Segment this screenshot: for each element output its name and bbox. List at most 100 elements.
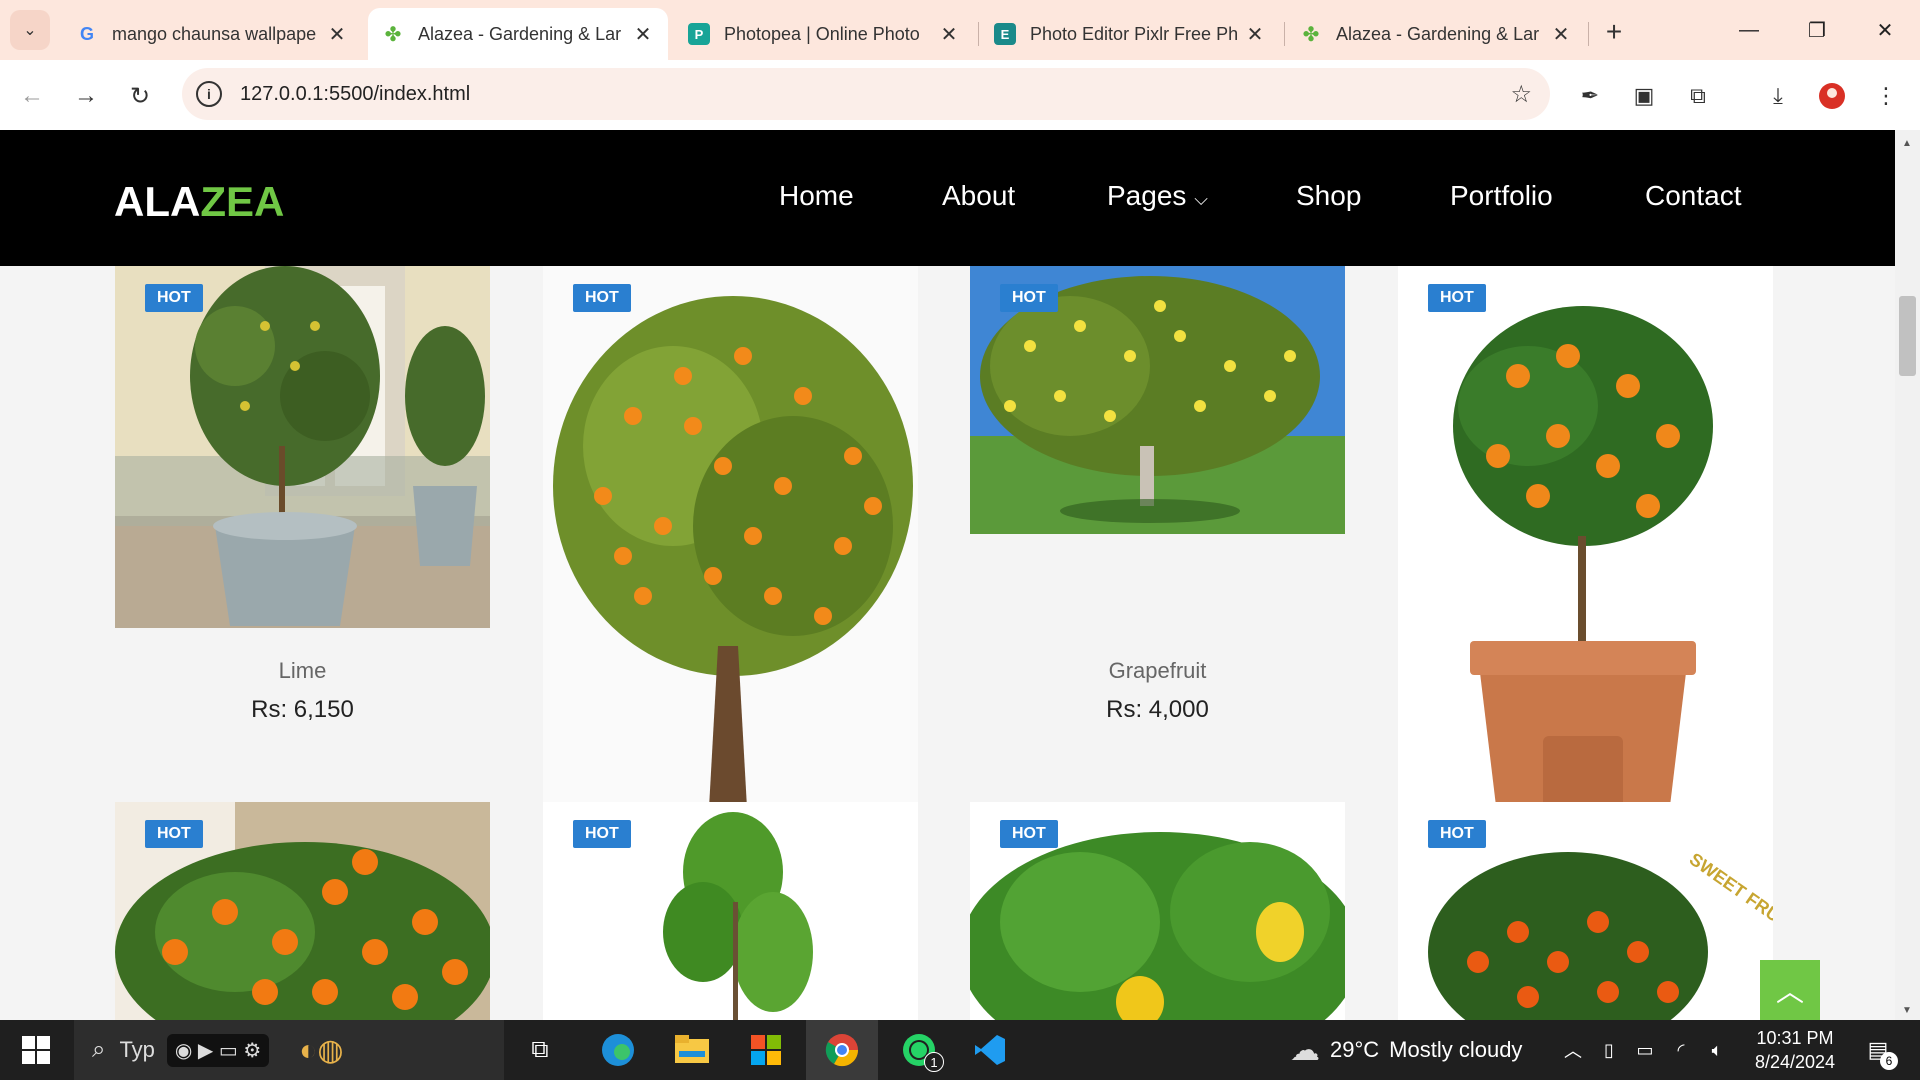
cloudy-weather-icon: ☁ — [1290, 1033, 1320, 1067]
chrome-taskbar-icon[interactable] — [806, 1020, 878, 1080]
close-icon[interactable]: ✕ — [938, 22, 960, 47]
scroll-down-arrow-icon[interactable]: ▼ — [1902, 1005, 1912, 1016]
device-icon[interactable]: ▯ — [1596, 1030, 1622, 1070]
photopea-icon: P — [688, 23, 710, 45]
nav-home[interactable]: Home — [779, 180, 854, 212]
tab-alazea-active[interactable]: ✤ Alazea - Gardening & Lar ✕ — [368, 8, 668, 60]
whatsapp-icon[interactable]: 1 — [894, 1030, 944, 1072]
scrollbar-thumb[interactable] — [1899, 296, 1916, 376]
microsoft-store-icon[interactable] — [744, 1030, 788, 1070]
product-price: Rs: 6,150 — [251, 696, 354, 723]
tab-separator — [978, 22, 979, 46]
vscode-icon[interactable] — [968, 1030, 1012, 1070]
site-info-icon[interactable]: i — [196, 81, 222, 107]
product-card[interactable]: SWEET FRUIT HOT — [1398, 802, 1773, 1020]
tab-photopea[interactable]: P Photopea | Online Photo ✕ — [674, 8, 974, 60]
tab-alazea[interactable]: ✤ Alazea - Gardening & Lar ✕ — [1286, 8, 1586, 60]
hot-badge: HOT — [573, 284, 631, 312]
page-scrollbar[interactable]: ▲ ▼ — [1895, 130, 1920, 1020]
download-icon[interactable]: ⤓ — [1760, 78, 1796, 114]
product-name[interactable]: Lime — [115, 658, 490, 684]
battery-icon[interactable]: ▭ — [1632, 1030, 1658, 1070]
close-icon[interactable]: ✕ — [1244, 22, 1266, 47]
new-tab-button[interactable]: + — [1596, 14, 1632, 50]
hot-badge: HOT — [145, 820, 203, 848]
weather-text: Mostly cloudy — [1389, 1037, 1523, 1062]
close-icon[interactable]: ✕ — [632, 22, 654, 47]
notification-count-badge: 6 — [1880, 1052, 1898, 1070]
screenshot-extension-icon[interactable]: ▣ — [1626, 78, 1662, 114]
camera-tool-icons[interactable]: ◉ ▶ ▭ ⚙ — [166, 1033, 270, 1067]
product-card[interactable]: HOT Grapefruit Rs: 4,000 — [970, 266, 1345, 723]
tab-separator — [1284, 22, 1285, 46]
site-logo[interactable]: ALAZEA — [114, 178, 284, 226]
search-icon: ⌕ — [92, 1036, 106, 1063]
close-icon[interactable]: ✕ — [326, 22, 348, 47]
scroll-up-arrow-icon[interactable]: ▲ — [1902, 138, 1912, 149]
melon-search-highlight-icon: ◐◍ — [299, 1033, 344, 1067]
minimize-button[interactable]: — — [1724, 12, 1774, 48]
tab-title: Photo Editor Pixlr Free Ph — [1030, 23, 1239, 44]
tab-google[interactable]: G mango chaunsa wallpape ✕ — [62, 8, 362, 60]
extensions-puzzle-icon[interactable]: ⧉ — [1680, 78, 1716, 114]
reload-icon[interactable]: ↻ — [122, 78, 158, 114]
product-card[interactable]: HOT — [543, 266, 918, 878]
wifi-icon[interactable]: ◜ — [1668, 1030, 1694, 1070]
logo-text-white: ALA — [114, 178, 201, 225]
nav-contact[interactable]: Contact — [1645, 180, 1742, 212]
tab-pixlr[interactable]: E Photo Editor Pixlr Free Ph ✕ — [980, 8, 1280, 60]
clover-icon: ✤ — [384, 23, 402, 46]
nav-portfolio[interactable]: Portfolio — [1450, 180, 1553, 212]
chevron-down-icon: ⌵ — [1194, 189, 1208, 209]
hot-badge: HOT — [1428, 284, 1486, 312]
clock-time: 10:31 PM — [1756, 1028, 1834, 1048]
profile-avatar-icon[interactable] — [1814, 78, 1850, 114]
notification-center-icon[interactable]: ▤ 6 — [1856, 1030, 1900, 1070]
close-icon[interactable]: ✕ — [1550, 22, 1572, 47]
hot-badge: HOT — [145, 284, 203, 312]
product-image-orange-tree[interactable] — [543, 266, 918, 878]
product-name[interactable]: Grapefruit — [970, 658, 1345, 684]
site-header: ALAZEA Home About Pages ⌵ Shop Portfolio… — [0, 130, 1895, 266]
logo-text-green: ZEA — [200, 178, 285, 225]
eyedropper-extension-icon[interactable]: ✒ — [1572, 78, 1608, 114]
pixlr-icon: E — [994, 23, 1016, 45]
task-view-icon[interactable]: ⧉ — [520, 1030, 560, 1070]
product-card[interactable]: HOT — [970, 802, 1345, 1020]
tab-title: Photopea | Online Photo — [724, 23, 920, 44]
google-icon: G — [79, 23, 94, 44]
nav-about[interactable]: About — [942, 180, 1015, 212]
menu-kebab-icon[interactable]: ⋮ — [1868, 78, 1904, 114]
close-window-button[interactable]: ✕ — [1860, 12, 1910, 48]
weather-widget[interactable]: ☁ 29°C Mostly cloudy — [1290, 1020, 1522, 1080]
volume-icon[interactable]: 🔈︎ — [1704, 1030, 1730, 1070]
url-text[interactable]: 127.0.0.1:5500/index.html — [240, 83, 470, 106]
taskbar-search-box[interactable]: ⌕ Typ ◉ ▶ ▭ ⚙ ◐◍ — [74, 1020, 504, 1080]
product-image-lime[interactable] — [115, 266, 490, 628]
address-bar[interactable]: i 127.0.0.1:5500/index.html ☆ — [182, 68, 1550, 120]
edge-browser-icon[interactable] — [596, 1030, 640, 1070]
file-explorer-icon[interactable] — [670, 1030, 714, 1070]
weather-temp: 29°C — [1330, 1037, 1380, 1062]
restore-button[interactable]: ❐ — [1792, 12, 1842, 48]
whatsapp-unread-badge: 1 — [924, 1052, 944, 1072]
forward-icon[interactable]: → — [68, 78, 104, 114]
product-card[interactable]: HOT Lime Rs: 6,150 — [115, 266, 490, 723]
back-icon[interactable]: ← — [14, 78, 50, 114]
tab-title: Alazea - Gardening & Lar — [1336, 23, 1540, 44]
show-hidden-icons-chevron-icon[interactable]: ︿ — [1560, 1030, 1586, 1070]
system-clock[interactable]: 10:31 PM 8/24/2024 — [1740, 1026, 1850, 1074]
tab-title: Alazea - Gardening & Lar — [418, 23, 622, 44]
nav-shop[interactable]: Shop — [1296, 180, 1361, 212]
bookmark-star-icon[interactable]: ☆ — [1510, 80, 1532, 109]
hot-badge: HOT — [1000, 820, 1058, 848]
browser-chrome: ⌄ G mango chaunsa wallpape ✕ ✤ Alazea - … — [0, 0, 1920, 130]
nav-pages[interactable]: Pages ⌵ — [1107, 180, 1208, 212]
product-card[interactable]: HOT — [543, 802, 918, 1020]
tab-search-button[interactable]: ⌄ — [10, 10, 50, 50]
product-card[interactable]: HOT — [115, 802, 490, 1020]
hot-badge: HOT — [1000, 284, 1058, 312]
windows-start-icon[interactable] — [14, 1030, 58, 1070]
search-placeholder: Typ — [119, 1037, 155, 1062]
back-to-top-button[interactable]: ︿ — [1760, 960, 1820, 1020]
